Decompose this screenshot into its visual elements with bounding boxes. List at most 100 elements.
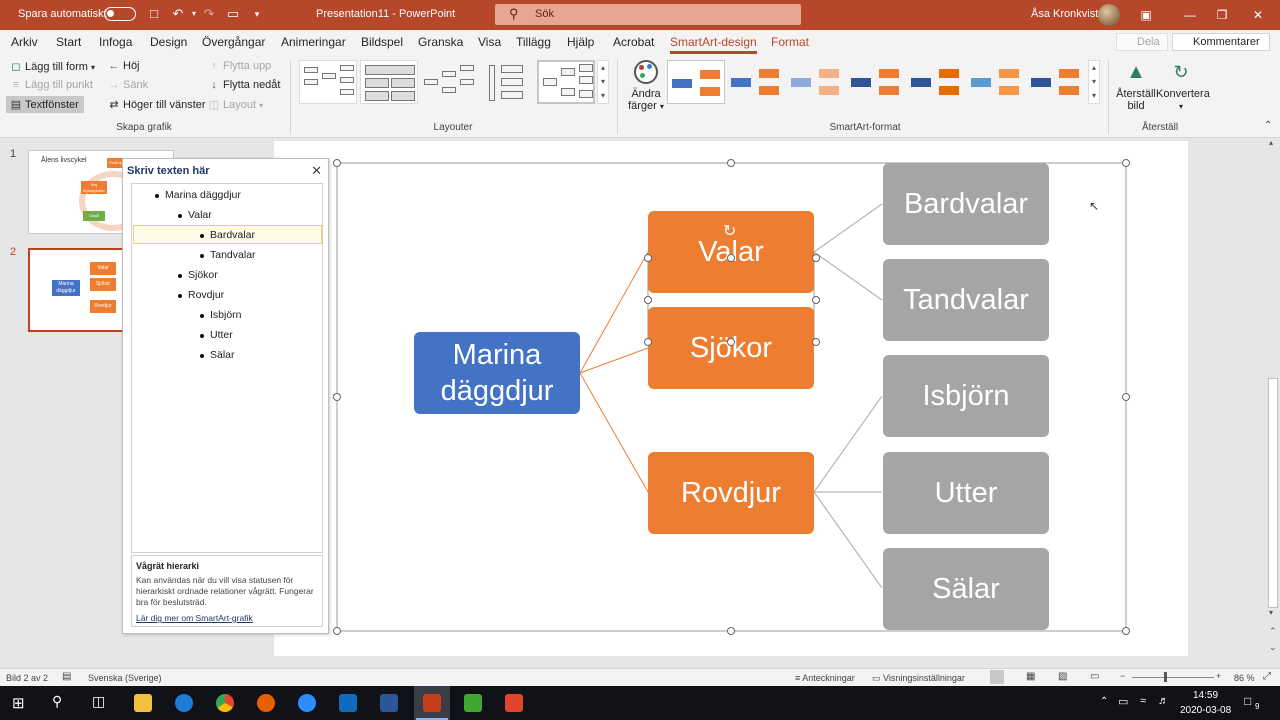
close-icon[interactable]: ✕ [1248, 6, 1268, 24]
smartart-node-level2[interactable]: Sjökor [648, 307, 814, 389]
layout-option-4[interactable] [478, 60, 536, 104]
style-option-2[interactable] [727, 60, 785, 104]
right-to-left-button[interactable]: ⇄ Höger till vänster [108, 98, 205, 111]
style-option-5[interactable] [907, 60, 965, 104]
undo-icon[interactable]: ↶ [171, 7, 185, 21]
tab-infoga[interactable]: Infoga [99, 35, 132, 49]
tab-arkiv[interactable]: Arkiv [11, 35, 38, 49]
list-item[interactable]: Valar [178, 209, 212, 221]
tab-bildspel[interactable]: Bildspel [361, 35, 403, 49]
scroll-up-icon[interactable]: ▴ [1269, 138, 1273, 147]
tab-acrobat[interactable]: Acrobat [613, 35, 654, 49]
move-down-button[interactable]: ↓ Flytta nedåt [208, 79, 280, 91]
list-item[interactable]: Bardvalar [200, 229, 255, 241]
fit-slide-icon[interactable]: ⤢ [1263, 671, 1271, 682]
tab-design[interactable]: Design [150, 35, 187, 49]
list-item[interactable]: Rovdjur [177, 289, 224, 301]
autosave-toggle[interactable] [104, 7, 136, 21]
layout-option-horizontal-hierarchy[interactable] [537, 60, 595, 104]
list-item[interactable]: Tandvalar [200, 249, 256, 261]
share-button[interactable]: Dela [1116, 33, 1168, 51]
battery-icon[interactable]: ▭ [1118, 695, 1128, 708]
tab-hjalp[interactable]: Hjälp [567, 35, 594, 49]
zoom-slider[interactable] [1132, 677, 1214, 678]
outlook-icon[interactable] [339, 694, 357, 712]
resize-handle[interactable] [1122, 159, 1130, 167]
style-option-1[interactable] [667, 60, 725, 104]
add-shape-button[interactable]: ◻ Lägg till form ▾ [10, 60, 95, 73]
style-option-3[interactable] [787, 60, 845, 104]
resize-handle[interactable] [1122, 393, 1130, 401]
file-explorer-icon[interactable] [134, 694, 152, 712]
tab-format[interactable]: Format [771, 35, 809, 49]
tab-overgangar[interactable]: Övergångar [202, 35, 265, 49]
zoom-slider-thumb[interactable] [1164, 672, 1167, 682]
shape-handle[interactable] [727, 338, 735, 346]
text-pane-button[interactable]: ▤ Textfönster [6, 96, 84, 113]
powerpoint-icon[interactable] [423, 694, 441, 712]
prev-slide-icon[interactable]: ⌃ [1269, 626, 1277, 637]
resize-handle[interactable] [1122, 627, 1130, 635]
reset-graphic-button[interactable]: ▲ Återställ bild [1116, 60, 1156, 112]
resize-handle[interactable] [727, 159, 735, 167]
convert-button[interactable]: ↻ Konvertera ▾ [1156, 60, 1210, 113]
edge-icon[interactable] [175, 694, 193, 712]
smartart-node-root[interactable]: Marina däggdjur [414, 332, 580, 414]
layout-option-2[interactable] [360, 60, 418, 104]
minimize-icon[interactable]: — [1180, 6, 1200, 24]
learn-more-link[interactable]: Lär dig mer om SmartArt-grafik [136, 613, 318, 623]
promote-button[interactable]: ← Höj [108, 60, 140, 72]
slideshow-icon[interactable]: ▭ [1090, 671, 1099, 682]
shape-handle[interactable] [812, 338, 820, 346]
layout-option-1[interactable] [299, 60, 357, 104]
tab-granska[interactable]: Granska [418, 35, 463, 49]
scroll-down-icon[interactable]: ▾ [1269, 608, 1273, 617]
avatar[interactable] [1098, 4, 1120, 26]
smartart-node-level3[interactable]: Tandvalar [883, 259, 1049, 341]
notes-button[interactable]: ≡ Anteckningar [795, 673, 855, 683]
network-icon[interactable]: ≈ [1140, 695, 1146, 707]
collapse-ribbon-icon[interactable]: ⌃ [1264, 120, 1272, 131]
volume-icon[interactable]: ♬ [1158, 695, 1169, 707]
next-slide-icon[interactable]: ⌄ [1269, 642, 1277, 653]
text-pane-toggle-icon[interactable]: › [332, 390, 335, 400]
camtasia-icon[interactable] [464, 694, 482, 712]
search-box[interactable]: ⚲ Sök [495, 4, 801, 25]
zoom-level[interactable]: 86 % [1234, 673, 1255, 683]
smartart-node-level2[interactable]: Rovdjur [648, 452, 814, 534]
chrome-icon[interactable] [216, 694, 234, 712]
layout-option-3[interactable] [419, 60, 477, 104]
smartart-node-level3[interactable]: Bardvalar [883, 163, 1049, 245]
smartart-node-level3[interactable]: Isbjörn [883, 355, 1049, 437]
clock-time[interactable]: 14:59 [1193, 690, 1218, 701]
slide-sorter-icon[interactable]: ▦ [1026, 671, 1035, 682]
style-option-4[interactable] [847, 60, 905, 104]
shape-handle[interactable] [812, 254, 820, 262]
style-option-7[interactable] [1027, 60, 1085, 104]
shape-handle[interactable] [644, 254, 652, 262]
zoom-in-icon[interactable]: + [1216, 671, 1221, 681]
text-pane-list[interactable]: Marina däggdjur Valar Bardvalar Tandvala… [131, 183, 323, 553]
list-item[interactable]: Utter [200, 329, 233, 341]
spellcheck-icon[interactable]: ▤ [62, 671, 71, 682]
ribbon-display-icon[interactable]: ▣ [1136, 6, 1156, 24]
windows-start-icon[interactable]: ⊞ [12, 694, 25, 712]
change-colors-button[interactable]: Ändra färger ▾ [624, 60, 668, 113]
shape-handle[interactable] [812, 296, 820, 304]
search-icon[interactable]: ⚲ [52, 693, 62, 710]
shape-handle[interactable] [644, 296, 652, 304]
resize-handle[interactable] [333, 159, 341, 167]
vertical-scrollbar[interactable]: ▴ ▾ ⌃ ⌄ [1266, 138, 1280, 666]
tab-tillagg[interactable]: Tillägg [516, 35, 551, 49]
layouts-scroll[interactable]: ▴ ▾ ▾ [597, 60, 609, 104]
comments-button[interactable]: Kommentarer [1172, 33, 1270, 51]
close-icon[interactable]: ✕ [311, 163, 322, 179]
customize-toolbar-icon[interactable]: ▾ [250, 7, 264, 21]
tab-animeringar[interactable]: Animeringar [281, 35, 346, 49]
rotate-handle-icon[interactable]: ↻ [723, 221, 736, 241]
save-icon[interactable]: □ [147, 7, 161, 21]
tab-smartart-design[interactable]: SmartArt-design [670, 35, 757, 54]
tab-visa[interactable]: Visa [478, 35, 501, 49]
resize-handle[interactable] [333, 627, 341, 635]
word-icon[interactable] [380, 694, 398, 712]
